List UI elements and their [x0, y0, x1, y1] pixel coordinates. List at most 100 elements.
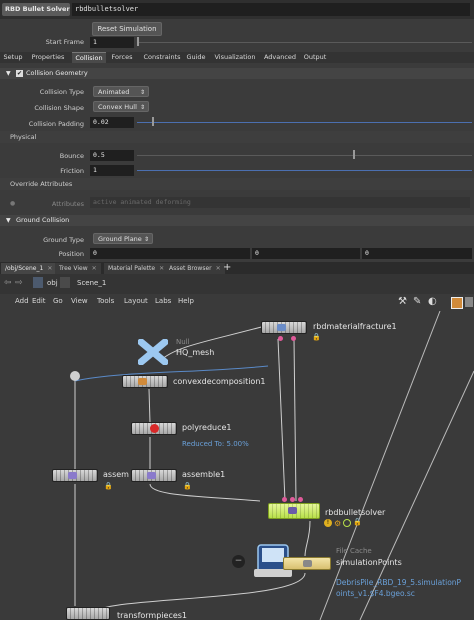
friction-slider[interactable]	[137, 170, 472, 171]
grid-view-icon[interactable]	[451, 297, 463, 309]
bounce-slider[interactable]	[137, 155, 472, 156]
position-x-field[interactable]: 0	[90, 248, 250, 259]
minus-icon[interactable]: −	[232, 555, 245, 568]
attributes-field[interactable]: active animated deforming	[90, 197, 470, 208]
convexdecomposition-node[interactable]	[122, 375, 168, 388]
menu-layout[interactable]: Layout	[124, 297, 148, 305]
null-cross-icon	[137, 338, 169, 366]
tab-asset-browser[interactable]: Asset Browser ✕	[165, 263, 225, 274]
tab-collision[interactable]: Collision	[72, 52, 106, 63]
path-scene[interactable]: Scene_1	[77, 279, 106, 287]
input-port[interactable]	[290, 497, 295, 502]
wire	[148, 388, 151, 424]
lock-icon: 🔒	[183, 482, 192, 490]
solver-icon	[288, 507, 297, 514]
add-tab-icon[interactable]: +	[223, 262, 231, 274]
close-icon[interactable]: ✕	[47, 265, 52, 272]
dot-node[interactable]	[70, 371, 80, 381]
start-frame-slider[interactable]	[137, 42, 472, 43]
tab-material-palette[interactable]: Material Palette ✕	[104, 263, 169, 274]
start-frame-field[interactable]: 1	[90, 37, 134, 48]
friction-field[interactable]: 1	[90, 165, 134, 176]
wrench-icon[interactable]: ✎	[413, 296, 421, 307]
network-editor[interactable]: rbdmaterialfracture1 🔒 Null HQ_mesh conv…	[0, 311, 474, 620]
menu-view[interactable]: View	[71, 297, 88, 305]
tab-output[interactable]: Output	[300, 52, 330, 63]
wire	[149, 483, 261, 502]
filecache-icon	[303, 560, 312, 567]
menu-go[interactable]: Go	[53, 297, 63, 305]
path-root[interactable]: obj	[47, 279, 58, 287]
tab-tree-view[interactable]: Tree View ✕	[55, 263, 101, 274]
tab-label: Asset Browser	[169, 265, 212, 272]
tab-network-scene[interactable]: /obj/Scene_1 ✕	[1, 263, 57, 274]
menu-edit[interactable]: Edit	[32, 297, 46, 305]
info-icon[interactable]: ◐	[428, 296, 437, 307]
close-icon[interactable]: ✕	[159, 265, 164, 272]
rbdbulletsolver-node[interactable]	[268, 503, 320, 519]
rbdmaterialfracture-node[interactable]	[261, 321, 307, 334]
collision-type-dropdown[interactable]: Animated ⇕	[93, 86, 149, 97]
lock-icon: 🔒	[104, 482, 113, 490]
back-arrow-icon[interactable]: ⇦	[4, 278, 12, 288]
parameter-pane: RBD Bullet Solver rbdbulletsolver Reset …	[0, 0, 474, 262]
collapse-arrow-icon[interactable]: ▼	[6, 215, 11, 226]
menu-labs[interactable]: Labs	[155, 297, 171, 305]
tab-properties[interactable]: Properties	[27, 52, 69, 63]
collision-shape-dropdown[interactable]: Convex Hull ⇕	[93, 101, 149, 112]
menu-help[interactable]: Help	[178, 297, 194, 305]
disabled-dot-icon: ●	[10, 200, 16, 207]
list-view-icon[interactable]	[465, 297, 473, 307]
ground-collision-label: Ground Collision	[16, 216, 70, 224]
assemble-left-label: assem	[103, 470, 129, 479]
tab-visualization[interactable]: Visualization	[211, 52, 259, 63]
tools-icon[interactable]: ⚒	[398, 296, 407, 307]
filecache-type-label: File Cache	[336, 547, 372, 555]
menu-tools[interactable]: Tools	[97, 297, 114, 305]
close-icon[interactable]: ✕	[92, 265, 97, 272]
cook-gear-icon: ⚙	[334, 519, 342, 528]
tab-advanced[interactable]: Advanced	[262, 52, 298, 63]
close-icon[interactable]: ✕	[216, 265, 221, 272]
dropdown-arrow-icon: ⇕	[143, 236, 149, 243]
rbdmaterialfracture-label: rbdmaterialfracture1	[313, 322, 397, 331]
tab-label: /obj/Scene_1	[5, 265, 44, 272]
bounce-slider-handle[interactable]	[353, 150, 355, 159]
filecache-node[interactable]	[283, 557, 331, 570]
output-port[interactable]	[291, 336, 296, 341]
input-port[interactable]	[298, 497, 303, 502]
forward-arrow-icon[interactable]: ⇨	[15, 278, 23, 288]
polyreduce-node[interactable]	[131, 422, 177, 435]
position-z-field[interactable]: 0	[362, 248, 472, 259]
tab-guide[interactable]: Guide	[184, 52, 208, 63]
bounce-field[interactable]: 0.5	[90, 150, 134, 161]
lock-icon: 🔒	[312, 333, 321, 341]
tab-setup[interactable]: Setup	[2, 52, 24, 63]
ground-type-dropdown[interactable]: Ground Plane ⇕	[93, 233, 153, 244]
reset-simulation-button[interactable]: Reset Simulation	[92, 22, 162, 36]
collision-padding-slider-handle[interactable]	[152, 117, 154, 126]
position-y-field[interactable]: 0	[252, 248, 360, 259]
collision-padding-slider[interactable]	[137, 122, 472, 123]
tab-forces[interactable]: Forces	[108, 52, 136, 63]
input-port[interactable]	[282, 497, 287, 502]
start-frame-slider-handle[interactable]	[137, 37, 139, 46]
collision-geometry-folder[interactable]: ▼ ✔ Collision Geometry	[0, 68, 474, 79]
wire	[319, 311, 441, 620]
network-menu-bar: Add Edit Go View Tools Layout Labs Help …	[0, 294, 474, 311]
null-node[interactable]	[137, 338, 169, 366]
warning-icon: !	[324, 519, 332, 527]
enable-checkbox[interactable]: ✔	[16, 70, 23, 77]
collapse-arrow-icon[interactable]: ▼	[6, 68, 11, 79]
ground-type-label: Ground Type	[43, 236, 84, 244]
subnet-icon	[60, 277, 70, 288]
output-port[interactable]	[278, 336, 283, 341]
menu-add[interactable]: Add	[15, 297, 29, 305]
assemble-node[interactable]	[131, 469, 177, 482]
ground-collision-folder[interactable]: ▼ Ground Collision	[0, 215, 474, 226]
node-name-field[interactable]: rbdbulletsolver	[72, 3, 470, 16]
collision-padding-field[interactable]: 0.02	[90, 117, 134, 128]
transformpieces-node[interactable]	[66, 607, 110, 620]
tab-constraints[interactable]: Constraints	[139, 52, 185, 63]
assemble-left-node[interactable]	[52, 469, 98, 482]
